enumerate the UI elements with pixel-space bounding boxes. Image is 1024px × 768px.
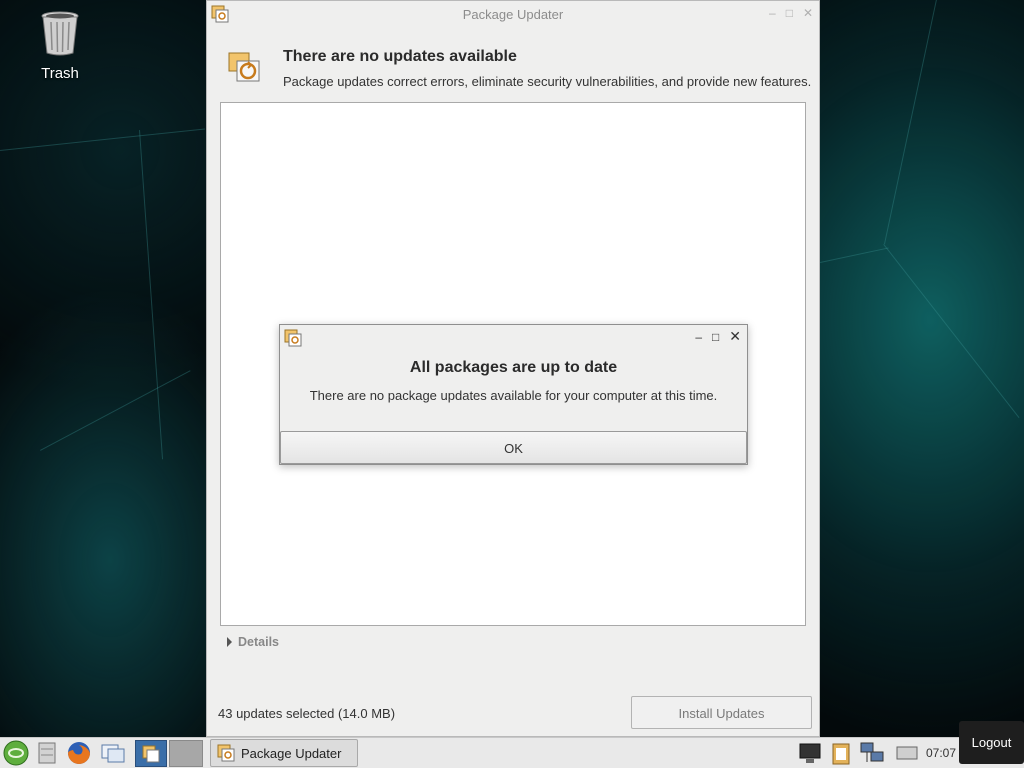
workspace-1[interactable] — [135, 740, 167, 767]
dialog-message: There are no package updates available f… — [309, 388, 718, 403]
workspace-2[interactable] — [169, 740, 203, 767]
package-updater-icon — [217, 744, 235, 762]
trash-label: Trash — [41, 65, 79, 82]
wallpaper-line — [139, 130, 164, 460]
package-updater-icon — [284, 329, 302, 347]
trash-desktop-icon[interactable]: Trash — [20, 10, 100, 82]
file-manager-icon[interactable] — [33, 740, 61, 766]
logout-tooltip: Logout — [959, 721, 1024, 764]
package-updater-icon — [142, 745, 160, 763]
clock[interactable]: 07:07 — [926, 746, 956, 760]
display-icon[interactable] — [893, 740, 921, 766]
ok-button[interactable]: OK — [280, 431, 747, 464]
network-icon[interactable] — [858, 740, 886, 766]
window-titlebar[interactable]: Package Updater – □ ✕ — [207, 1, 819, 28]
details-label: Details — [238, 635, 279, 649]
wallpaper-line — [820, 247, 889, 263]
maximize-icon[interactable]: □ — [712, 330, 719, 344]
taskbar: Package Updater 07:07 — [0, 737, 1024, 768]
windows-switcher-icon[interactable] — [99, 740, 127, 766]
close-icon[interactable]: ✕ — [729, 328, 741, 345]
expander-arrow-icon — [227, 637, 232, 647]
window-title: Package Updater — [462, 7, 564, 22]
start-menu-icon[interactable] — [2, 740, 30, 766]
firefox-icon[interactable] — [65, 740, 93, 766]
taskbar-package-updater-button[interactable]: Package Updater — [210, 739, 358, 767]
dialog-titlebar[interactable]: – □ ✕ — [280, 325, 747, 349]
wallpaper-line — [884, 0, 940, 245]
close-icon[interactable]: ✕ — [803, 6, 813, 20]
header-subtitle: Package updates correct errors, eliminat… — [283, 74, 812, 89]
header-title: There are no updates available — [283, 48, 517, 65]
dialog-heading: All packages are up to date — [409, 359, 618, 376]
install-updates-button[interactable]: Install Updates — [631, 696, 812, 729]
clipboard-icon[interactable] — [827, 740, 855, 766]
taskbar-button-label: Package Updater — [241, 745, 342, 761]
package-updater-large-icon — [228, 52, 260, 82]
minimize-icon[interactable]: – — [769, 6, 776, 20]
wallpaper-line — [40, 370, 191, 451]
wallpaper-line — [883, 244, 1020, 418]
up-to-date-dialog: – □ ✕ All packages are up to date There … — [279, 324, 748, 465]
maximize-icon[interactable]: □ — [786, 6, 793, 20]
details-expander[interactable]: Details — [227, 635, 279, 649]
updates-status-text: 43 updates selected (14.0 MB) — [218, 706, 396, 721]
wallpaper-line — [0, 128, 205, 151]
trash-icon — [41, 11, 79, 56]
minimize-icon[interactable]: – — [695, 330, 702, 344]
system-monitor-icon[interactable] — [796, 740, 824, 766]
